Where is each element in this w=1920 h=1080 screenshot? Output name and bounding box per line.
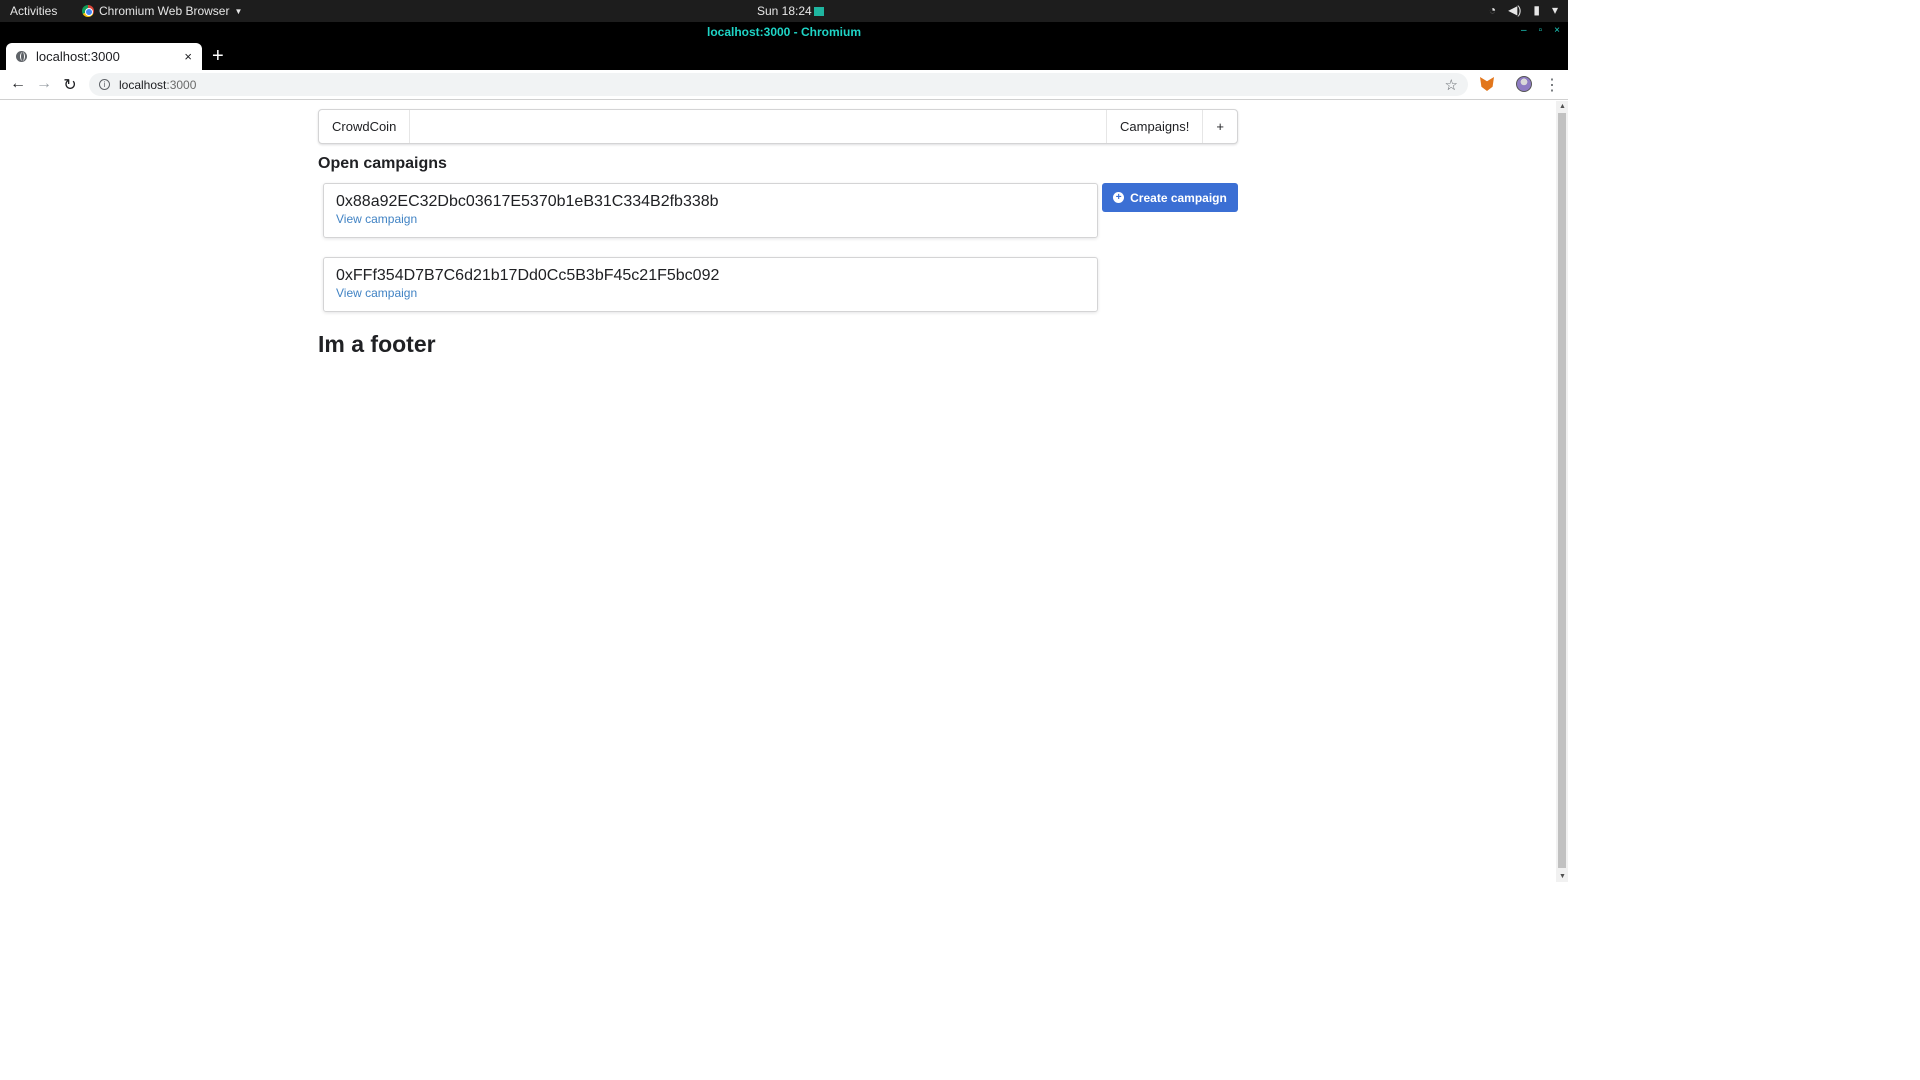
volume-icon: ◀) [1508,3,1522,17]
campaign-address: 0xFFf354D7B7C6d21b17Dd0Cc5B3bF45c21F5bc0… [336,267,720,284]
url-text: localhost:3000 [119,78,1445,92]
minimize-icon[interactable]: – [1521,25,1527,36]
scroll-up-icon[interactable]: ▲ [1559,103,1566,110]
window-title: localhost:3000 - Chromium [706,25,862,39]
system-tray[interactable]: ◔ ◀) ▮ ▾ [1489,3,1558,17]
window-controls: – ▫ × [1521,25,1560,36]
page-footer: Im a footer [318,331,436,357]
info-icon[interactable]: i [99,79,110,90]
maximize-icon[interactable]: ▫ [1539,25,1543,36]
back-icon[interactable]: ← [8,75,28,93]
metamask-extension-icon[interactable] [1480,77,1494,91]
add-circle-icon: + [1113,192,1125,203]
menu-spacer [410,110,1106,143]
create-campaign-button[interactable]: + Create campaign [1102,183,1238,212]
system-top-bar: Activities Chromium Web Browser ▼ Sun 18… [0,0,1568,22]
clock-label: Sun 18:24 [757,4,812,18]
profile-avatar[interactable] [1516,76,1532,92]
menu-item-campaigns[interactable]: Campaigns! [1106,110,1202,143]
app-menu[interactable]: Chromium Web Browser ▼ [82,4,242,18]
bookmark-star-icon[interactable]: ☆ [1445,76,1458,94]
clock[interactable]: Sun 18:24 [757,4,824,18]
globe-icon [16,51,27,62]
close-tab-icon[interactable]: × [184,49,192,64]
forward-icon[interactable]: → [34,75,54,93]
scrollbar-thumb[interactable] [1558,113,1566,868]
url-port: :3000 [166,77,197,92]
browser-tab-strip: localhost:3000 - Chromium – ▫ × localhos… [0,22,1568,70]
system-menu-icon: ▾ [1551,3,1558,17]
notification-icon [813,6,824,16]
scroll-down-icon[interactable]: ▼ [1559,873,1566,880]
top-menu: CrowdCoin Campaigns! + [318,109,1238,144]
activities-button[interactable]: Activities [10,4,57,18]
page-container: CrowdCoin Campaigns! + Open campaigns 0x… [318,109,1238,358]
caret-down-icon: ▼ [234,6,243,16]
app-menu-label: Chromium Web Browser [99,4,230,18]
reload-icon[interactable]: ↻ [60,75,80,95]
section-title: Open campaigns [318,155,447,172]
battery-icon: ▮ [1533,3,1540,17]
campaign-address: 0x88a92EC32Dbc03617E5370b1eB31C334B2fb33… [336,193,719,210]
chromium-icon [82,5,94,17]
view-campaign-link[interactable]: View campaign [336,286,1085,300]
menu-item-add[interactable]: + [1202,110,1237,143]
close-window-icon[interactable]: × [1554,25,1560,36]
page-viewport: CrowdCoin Campaigns! + Open campaigns 0x… [0,101,1556,882]
address-bar[interactable]: i localhost:3000 ☆ [89,73,1468,96]
campaign-card: 0xFFf354D7B7C6d21b17Dd0Cc5B3bF45c21F5bc0… [323,257,1098,312]
create-campaign-label: Create campaign [1130,190,1227,205]
campaign-content: 0x88a92EC32Dbc03617E5370b1eB31C334B2fb33… [318,183,1238,312]
menu-item-crowdcoin[interactable]: CrowdCoin [319,110,411,143]
tab-title: localhost:3000 [36,49,120,64]
more-menu-icon[interactable]: ⋮ [1544,75,1560,95]
browser-toolbar: ← → ↻ i localhost:3000 ☆ ⋮ [0,70,1568,100]
browser-tab[interactable]: localhost:3000 × [6,43,202,70]
url-host: localhost [119,77,167,92]
wifi-icon: ◔ [1488,3,1497,17]
new-tab-button[interactable]: + [212,46,224,66]
campaign-card: 0x88a92EC32Dbc03617E5370b1eB31C334B2fb33… [323,183,1098,238]
page-scrollbar[interactable]: ▲ ▼ [1556,101,1568,882]
view-campaign-link[interactable]: View campaign [336,212,1085,226]
campaign-list: 0x88a92EC32Dbc03617E5370b1eB31C334B2fb33… [323,183,1098,312]
